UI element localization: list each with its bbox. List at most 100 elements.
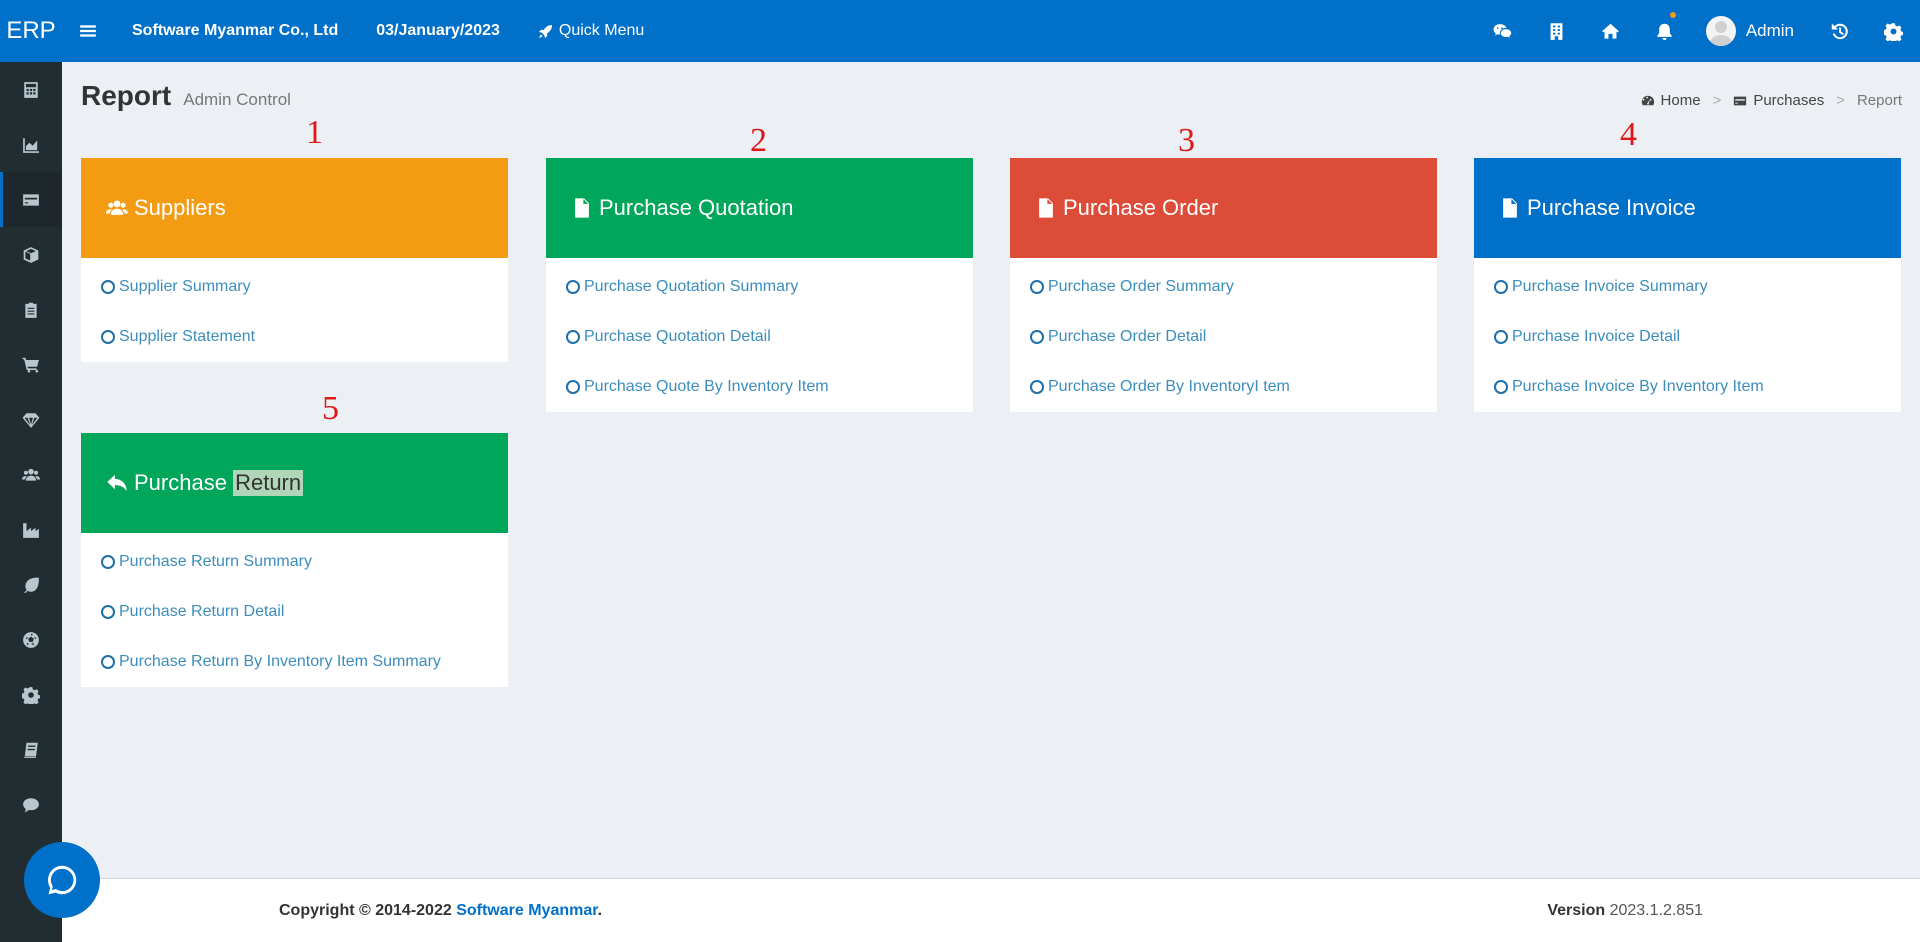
report-link[interactable]: Purchase Order Summary: [1010, 262, 1437, 312]
settings-button[interactable]: [1866, 0, 1920, 62]
users-icon: [22, 468, 40, 481]
report-link[interactable]: Purchase Quotation Summary: [546, 262, 973, 312]
sidebar-toggle-button[interactable]: [62, 0, 114, 62]
home-button[interactable]: [1584, 0, 1638, 62]
breadcrumb-purchases-label: Purchases: [1753, 92, 1825, 109]
building-icon: [1550, 22, 1563, 40]
copyright-text: Copyright © 2014-2022: [279, 901, 452, 919]
sidebar-item-sports[interactable]: [0, 612, 62, 667]
page-subtitle: Admin Control: [183, 90, 291, 109]
chat-widget-button[interactable]: [24, 842, 100, 918]
report-link-label: Purchase Invoice By Inventory Item: [1512, 378, 1764, 395]
panel-title: Suppliers: [134, 195, 226, 220]
purchase-return-panel-header[interactable]: Purchase Return: [81, 433, 508, 533]
current-date: 03/January/2023: [376, 22, 500, 39]
report-link[interactable]: Purchase Invoice Summary: [1474, 262, 1901, 312]
wechat-button[interactable]: [1476, 0, 1530, 62]
file-icon: [1039, 198, 1053, 218]
history-button[interactable]: [1812, 0, 1866, 62]
breadcrumb-purchases[interactable]: Purchases: [1733, 92, 1824, 109]
area-chart-icon: [23, 137, 39, 153]
report-link[interactable]: Purchase Return By Inventory Item Summar…: [81, 637, 508, 687]
report-link-label: Purchase Return Detail: [119, 603, 285, 620]
circle-icon: [1030, 380, 1044, 394]
gear-icon: [22, 686, 40, 704]
rocket-icon: [538, 24, 552, 38]
purchase-order-panel-header[interactable]: Purchase Order: [1010, 158, 1437, 258]
chat-bubble-icon: [47, 865, 77, 895]
bell-icon: [1657, 23, 1672, 40]
sidebar-item-messages[interactable]: [0, 777, 62, 832]
report-link[interactable]: Purchase Invoice Detail: [1474, 312, 1901, 362]
copyright-period: .: [597, 901, 603, 919]
sidebar-item-inventory[interactable]: [0, 227, 62, 282]
circle-icon: [101, 330, 115, 344]
sidebar-item-tasks[interactable]: [0, 282, 62, 337]
sidebar-item-settings[interactable]: [0, 667, 62, 722]
circle-icon: [101, 280, 115, 294]
sidebar-item-sales[interactable]: [0, 337, 62, 392]
soccer-ball-icon: [23, 631, 39, 648]
circle-icon: [1494, 280, 1508, 294]
user-menu[interactable]: Admin: [1692, 16, 1812, 46]
sidebar: ERP: [0, 0, 62, 942]
report-link[interactable]: Purchase Order Detail: [1010, 312, 1437, 362]
suppliers-panel-header[interactable]: Suppliers: [81, 158, 508, 258]
users-icon: [106, 200, 128, 215]
report-link-label: Purchase Invoice Summary: [1512, 278, 1708, 295]
circle-icon: [101, 655, 115, 669]
calculator-icon: [24, 81, 38, 98]
footer: Copyright © 2014-2022 Software Myanmar. …: [62, 878, 1920, 942]
sidebar-item-manufacturing[interactable]: [0, 502, 62, 557]
quick-menu-button[interactable]: Quick Menu: [538, 22, 644, 40]
purchase-order-panel: Purchase Order Purchase Order Summary Pu…: [1010, 158, 1437, 412]
breadcrumb-separator: >: [1836, 92, 1845, 109]
suppliers-panel: Suppliers Supplier Summary Supplier Stat…: [81, 158, 508, 362]
report-link[interactable]: Supplier Summary: [81, 262, 508, 312]
notifications-button[interactable]: [1638, 0, 1692, 62]
breadcrumb-current: Report: [1856, 92, 1902, 109]
top-navbar: Software Myanmar Co., Ltd 03/January/202…: [62, 0, 1920, 62]
company-button[interactable]: [1530, 0, 1584, 62]
circle-icon: [1030, 280, 1044, 294]
panel-title: Purchase Order: [1063, 195, 1219, 220]
report-link[interactable]: Purchase Return Summary: [81, 537, 508, 587]
breadcrumb-home-label: Home: [1660, 92, 1701, 109]
sidebar-item-agriculture[interactable]: [0, 557, 62, 612]
purchase-quotation-panel-header[interactable]: Purchase Quotation: [546, 158, 973, 258]
company-link[interactable]: Software Myanmar: [456, 902, 597, 919]
home-icon: [1602, 23, 1620, 39]
report-link-label: Purchase Invoice Detail: [1512, 328, 1681, 345]
version-value: 2023.1.2.851: [1609, 901, 1703, 919]
sidebar-item-charts[interactable]: [0, 117, 62, 172]
report-link-label: Supplier Summary: [119, 278, 251, 295]
credit-card-icon: [23, 193, 39, 206]
circle-icon: [101, 555, 115, 569]
sidebar-item-docs[interactable]: [0, 722, 62, 777]
reply-icon: [107, 474, 127, 492]
sidebar-item-calculator[interactable]: [0, 62, 62, 117]
industry-icon: [23, 522, 39, 538]
report-link-label: Supplier Statement: [119, 328, 256, 345]
report-link[interactable]: Supplier Statement: [81, 312, 508, 362]
file-icon: [575, 198, 589, 218]
diamond-icon: [22, 412, 40, 428]
history-icon: [1831, 22, 1848, 39]
report-link[interactable]: Purchase Invoice By Inventory Item: [1474, 362, 1901, 412]
sidebar-item-assets[interactable]: [0, 392, 62, 447]
app-logo[interactable]: ERP: [0, 0, 62, 62]
report-link-label: Purchase Return By Inventory Item Summar…: [119, 653, 441, 670]
sidebar-item-hr[interactable]: [0, 447, 62, 502]
breadcrumb-home[interactable]: Home: [1641, 92, 1701, 109]
sidebar-item-purchases[interactable]: [0, 172, 62, 227]
purchase-invoice-panel-header[interactable]: Purchase Invoice: [1474, 158, 1901, 258]
copyright: Copyright © 2014-2022 Software Myanmar.: [279, 902, 602, 920]
report-link[interactable]: Purchase Return Detail: [81, 587, 508, 637]
report-link[interactable]: Purchase Quotation Detail: [546, 312, 973, 362]
report-link[interactable]: Purchase Order By InventoryI tem: [1010, 362, 1437, 412]
report-link[interactable]: Purchase Quote By Inventory Item: [546, 362, 973, 412]
page-title: Report: [81, 80, 172, 111]
wechat-icon: [1493, 23, 1512, 38]
version-label: Version: [1547, 901, 1606, 919]
dashboard-icon: [1641, 95, 1654, 105]
